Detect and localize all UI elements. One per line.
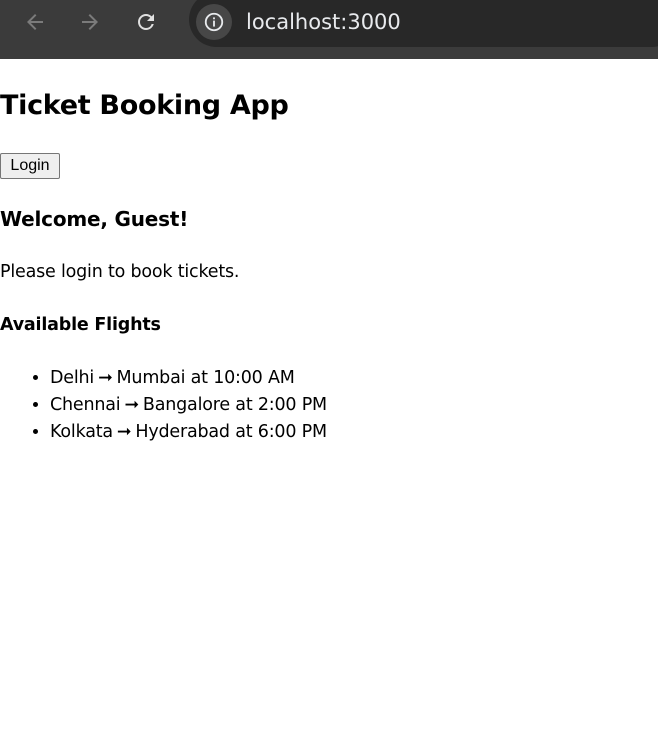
flight-destination: Bangalore [142, 395, 230, 415]
arrow-right-icon: ➞ [116, 422, 132, 442]
flight-item: Delhi➞Mumbai at 10:00 AM [50, 365, 327, 392]
flights-heading: Available Flights [0, 315, 161, 335]
browser-toolbar: localhost:3000 [0, 0, 658, 59]
arrow-right-icon [82, 14, 98, 30]
flight-item: Kolkata➞Hyderabad at 6:00 PM [50, 419, 327, 446]
reload-button[interactable] [131, 7, 161, 37]
login-message: Please login to book tickets. [0, 262, 240, 282]
flight-time: at 10:00 AM [190, 368, 295, 388]
welcome-heading: Welcome, Guest! [0, 207, 189, 231]
flight-origin: Delhi [50, 368, 95, 388]
flight-origin: Kolkata [50, 422, 113, 442]
flight-time: at 2:00 PM [235, 395, 327, 415]
page-title: Ticket Booking App [0, 90, 289, 121]
flight-origin: Chennai [50, 395, 121, 415]
flight-time: at 6:00 PM [235, 422, 327, 442]
page-content: Ticket Booking App Login Welcome, Guest!… [0, 59, 658, 729]
site-info-button[interactable] [196, 4, 232, 40]
flight-item: Chennai➞Bangalore at 2:00 PM [50, 392, 327, 419]
forward-button[interactable] [75, 7, 105, 37]
arrow-right-icon: ➞ [124, 395, 139, 415]
login-button[interactable]: Login [0, 153, 60, 179]
info-icon [204, 12, 224, 32]
reload-icon [138, 13, 154, 30]
flight-destination: Hyderabad [135, 422, 230, 442]
flight-list: Delhi➞Mumbai at 10:00 AM Chennai➞Bangalo… [0, 365, 327, 446]
arrow-left-icon [27, 14, 43, 30]
arrow-right-icon: ➞ [98, 368, 113, 388]
flight-destination: Mumbai [116, 368, 186, 388]
back-button[interactable] [20, 7, 50, 37]
url-text[interactable]: localhost:3000 [246, 8, 401, 36]
